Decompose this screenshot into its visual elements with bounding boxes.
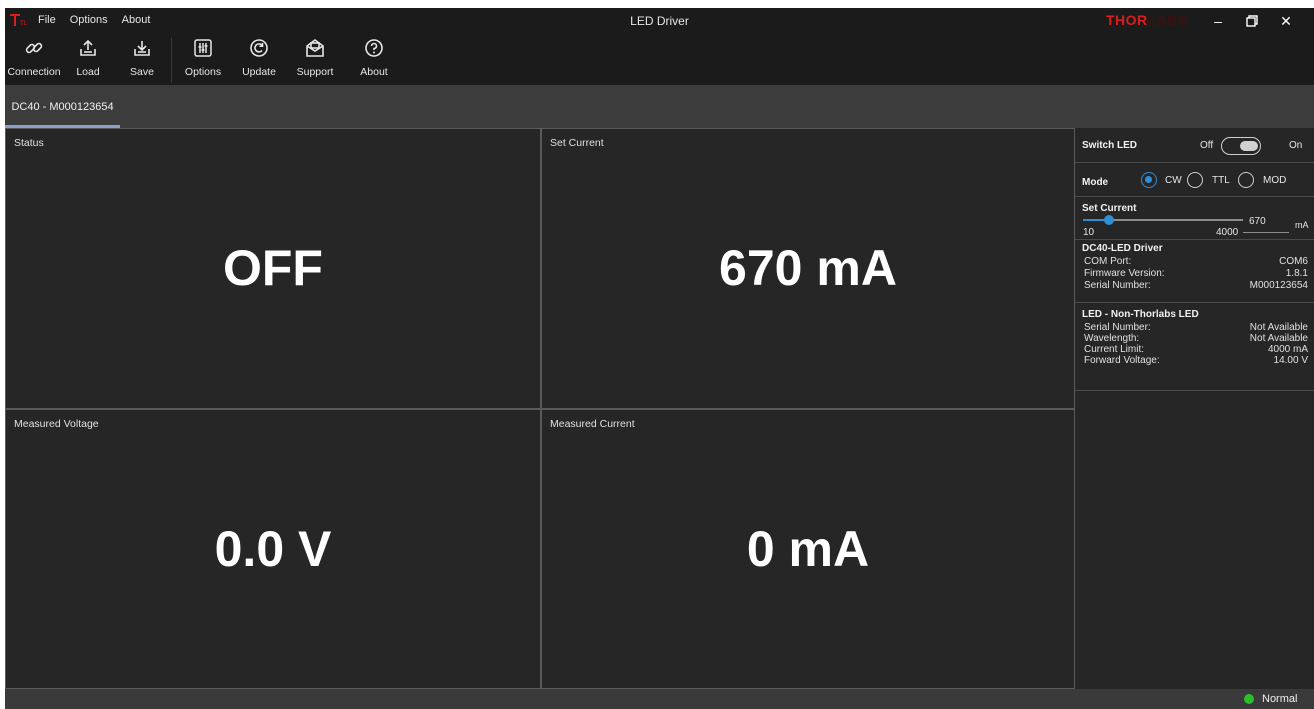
status-bar: Normal [5, 689, 1314, 709]
thorlabs-brand-logo: THORLABS [1106, 12, 1188, 28]
led-forward-voltage-row: Forward Voltage: 14.00 V [1084, 355, 1308, 366]
switch-off-label: Off [1200, 140, 1214, 151]
menu-bar: File Options About [38, 14, 164, 26]
save-button[interactable]: Save [127, 36, 157, 84]
maximize-button[interactable] [1235, 8, 1269, 34]
help-icon [365, 39, 383, 57]
set-current-value: 670 mA [719, 240, 897, 296]
restore-icon [1246, 15, 1258, 27]
led-heading: LED - Non-Thorlabs LED [1082, 309, 1199, 320]
menu-file[interactable]: File [38, 14, 56, 26]
load-label: Load [76, 66, 100, 78]
thorlabs-logo-icon: TL [10, 14, 28, 27]
status-title: Status [14, 137, 44, 149]
download-icon [134, 41, 150, 56]
switch-on-label: On [1289, 140, 1303, 151]
app-window: TL File Options About LED Driver THORLAB… [5, 8, 1314, 709]
driver-serial-row: Serial Number: M000123654 [1084, 280, 1308, 291]
led-toggle-switch[interactable] [1221, 137, 1261, 155]
update-label: Update [242, 66, 276, 78]
mode-mod-label: MOD [1263, 175, 1287, 186]
driver-firmware-row: Firmware Version: 1.8.1 [1084, 268, 1308, 279]
value-input-underline [1243, 232, 1289, 233]
toggle-thumb [1240, 141, 1258, 151]
support-button[interactable]: Support [290, 36, 340, 84]
mail-icon [306, 39, 324, 57]
tab-label: DC40 - M000123654 [11, 100, 114, 113]
about-button[interactable]: About [357, 36, 391, 84]
set-current-panel: Set Current 670 mA [541, 128, 1075, 409]
current-slider[interactable] [1083, 215, 1243, 225]
current-unit-label: mA [1295, 220, 1309, 230]
options-label: Options [184, 66, 222, 78]
measured-current-panel: Measured Current 0 mA [541, 409, 1075, 689]
status-value: OFF [223, 240, 323, 296]
svg-text:TL: TL [19, 20, 28, 27]
set-current-title: Set Current [550, 137, 604, 149]
mode-ttl-radio[interactable] [1187, 172, 1203, 188]
title-bar: TL File Options About LED Driver THORLAB… [5, 8, 1314, 34]
measured-voltage-value: 0.0 V [214, 521, 332, 577]
options-button[interactable]: Options [183, 36, 223, 84]
driver-heading: DC40-LED Driver [1082, 243, 1163, 254]
mode-cw-radio[interactable] [1141, 172, 1157, 188]
load-button[interactable]: Load [73, 36, 103, 84]
connection-label: Connection [7, 66, 61, 78]
minimize-button[interactable]: – [1201, 8, 1235, 34]
link-icon [25, 42, 43, 54]
toolbar: Connection Load Save Options Update Supp… [5, 34, 1314, 85]
mode-mod-radio[interactable] [1238, 172, 1254, 188]
status-indicator-icon [1244, 694, 1254, 704]
close-button[interactable]: ✕ [1269, 8, 1303, 34]
mode-label: Mode [1082, 177, 1109, 188]
switch-led-row: Switch LED Off On [1075, 128, 1314, 163]
upload-icon [80, 39, 96, 56]
settings-panel-icon [194, 39, 212, 57]
led-current-limit-row: Current Limit: 4000 mA [1084, 344, 1308, 355]
device-tab-bar: DC40 - M000123654 [5, 85, 1314, 128]
led-serial-row: Serial Number: Not Available [1084, 322, 1308, 333]
connection-button[interactable]: Connection [7, 36, 61, 84]
status-panel: Status OFF [5, 128, 541, 409]
support-label: Support [296, 66, 334, 78]
toolbar-separator [171, 38, 172, 82]
mode-ttl-label: TTL [1212, 175, 1230, 186]
measured-current-value: 0 mA [746, 521, 870, 577]
measured-voltage-title: Measured Voltage [14, 418, 99, 430]
mode-row: Mode CW TTL MOD [1075, 163, 1314, 197]
led-wavelength-row: Wavelength: Not Available [1084, 333, 1308, 344]
menu-about[interactable]: About [122, 14, 151, 26]
switch-led-label: Switch LED [1082, 140, 1138, 151]
driver-info-section: DC40-LED Driver COM Port: COM6 Firmware V… [1075, 240, 1314, 303]
slider-thumb[interactable] [1104, 215, 1114, 225]
driver-com-port-row: COM Port: COM6 [1084, 256, 1308, 267]
current-value-input[interactable]: 670 [1249, 216, 1266, 227]
set-current-label: Set Current [1082, 203, 1137, 214]
save-label: Save [130, 66, 154, 78]
status-text: Normal [1262, 693, 1298, 705]
measured-current-title: Measured Current [550, 418, 635, 430]
slider-min-label: 10 [1083, 227, 1095, 238]
menu-options[interactable]: Options [70, 14, 108, 26]
led-info-section: LED - Non-Thorlabs LED Serial Number: Not… [1075, 303, 1314, 391]
mode-cw-label: CW [1165, 175, 1182, 186]
slider-max-label: 4000 [1216, 227, 1239, 238]
tab-device[interactable]: DC40 - M000123654 [5, 85, 120, 128]
control-side-panel: Switch LED Off On Mode CW TTL MOD Set Cu… [1075, 128, 1314, 689]
refresh-icon [250, 39, 268, 57]
update-button[interactable]: Update [237, 36, 281, 84]
measured-voltage-panel: Measured Voltage 0.0 V [5, 409, 541, 689]
set-current-row: Set Current 10 4000 670 mA [1075, 197, 1314, 240]
about-label: About [360, 66, 388, 78]
